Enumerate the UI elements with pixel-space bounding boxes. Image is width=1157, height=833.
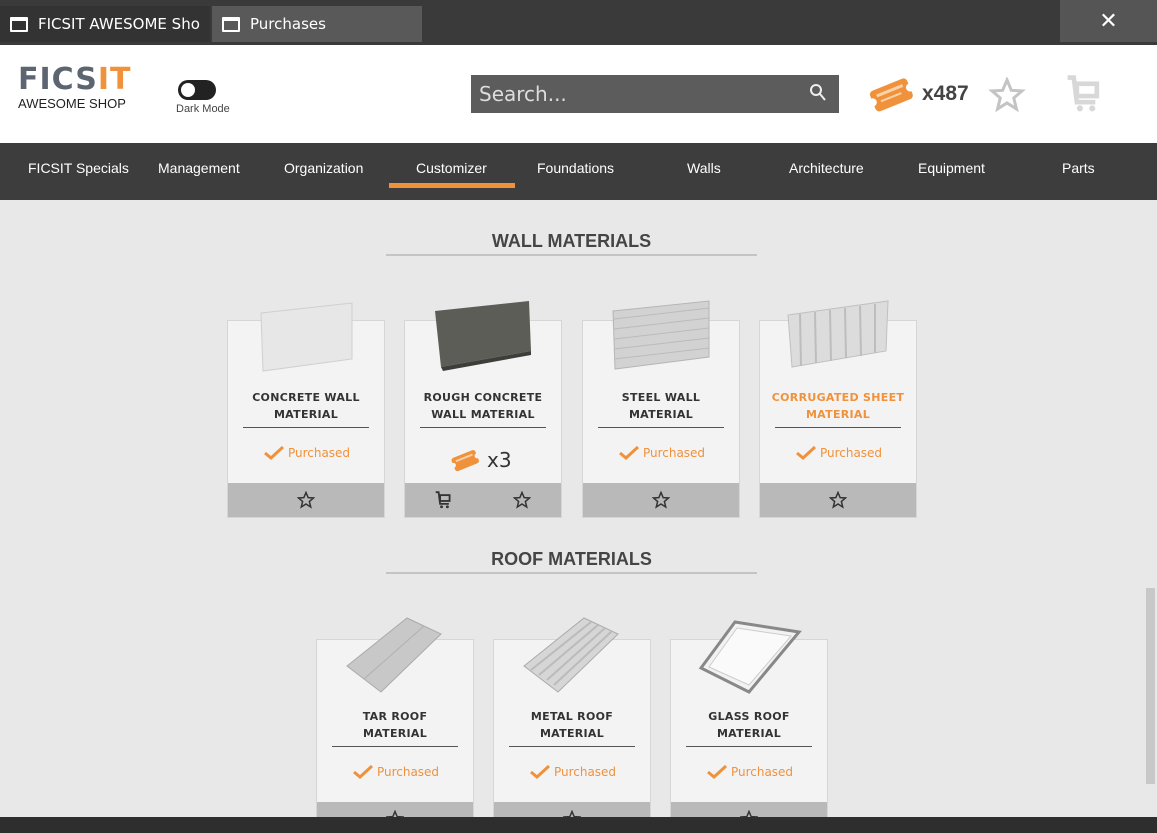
nav-item-architecture[interactable]: Architecture xyxy=(789,160,864,176)
window-icon xyxy=(222,16,240,32)
favorite-star-icon[interactable] xyxy=(563,810,581,817)
product-card-corrugated-sheet[interactable]: CORRUGATED SHEET MATERIAL Purchased xyxy=(759,300,918,518)
favorite-star-icon[interactable] xyxy=(740,810,758,817)
product-name: CORRUGATED SHEET MATERIAL xyxy=(771,391,905,421)
metal-roof-image xyxy=(523,617,619,693)
active-tab-underline xyxy=(389,183,515,188)
nav-item-management[interactable]: Management xyxy=(158,160,240,176)
product-card-glass-roof[interactable]: GLASS ROOF MATERIAL Purchased xyxy=(670,620,829,817)
logo-subtitle: AWESOME SHOP xyxy=(18,96,126,111)
logo-text-b: IT xyxy=(97,62,132,97)
dark-mode-label: Dark Mode xyxy=(176,103,230,115)
section-title-wall: WALL MATERIALS xyxy=(491,231,652,251)
checkmark-icon xyxy=(263,446,284,460)
product-name: ROUGH CONCRETE WALL MATERIAL xyxy=(423,391,543,421)
window-titlebar: FICSIT AWESOME Sho Purchases ✕ xyxy=(0,0,1157,45)
coupon-ticket-icon xyxy=(450,450,480,472)
product-card-concrete-wall[interactable]: CONCRETE WALL MATERIAL Purchased xyxy=(227,302,386,518)
tab-purchases-label: Purchases xyxy=(250,15,326,33)
purchased-status: Purchased xyxy=(228,446,386,460)
favorite-star-icon[interactable] xyxy=(513,491,531,509)
card-action-bar xyxy=(671,802,827,817)
add-to-cart-icon[interactable] xyxy=(433,490,453,509)
nav-item-foundations[interactable]: Foundations xyxy=(537,160,614,176)
product-name: GLASS ROOF MATERIAL xyxy=(708,710,790,740)
concrete-wall-image xyxy=(260,302,353,372)
search-input[interactable]: Search... xyxy=(471,75,839,113)
section-divider xyxy=(386,254,757,256)
nav-item-customizer[interactable]: Customizer xyxy=(416,160,487,176)
product-card-rough-concrete[interactable]: ROUGH CONCRETE WALL MATERIAL x3 xyxy=(404,301,562,518)
favorite-star-icon[interactable] xyxy=(829,491,847,509)
product-card-metal-roof[interactable]: METAL ROOF MATERIAL Purchased xyxy=(493,617,652,817)
nav-item-parts[interactable]: Parts xyxy=(1062,160,1095,176)
card-divider xyxy=(686,746,812,747)
section-divider xyxy=(386,572,757,574)
product-card-steel-wall[interactable]: STEEL WALL MATERIAL Purchased xyxy=(582,300,741,518)
dark-mode-toggle[interactable] xyxy=(178,80,216,100)
search-icon[interactable] xyxy=(809,83,827,103)
nav-item-ficsit-specials[interactable]: FICSIT Specials xyxy=(28,160,129,176)
purchased-status: Purchased xyxy=(760,446,918,460)
card-action-bar xyxy=(760,483,916,517)
checkmark-icon xyxy=(352,765,373,779)
close-icon: ✕ xyxy=(1099,8,1118,34)
cart-icon[interactable] xyxy=(1064,73,1102,113)
close-button[interactable]: ✕ xyxy=(1060,0,1157,42)
steel-wall-image xyxy=(612,300,710,370)
logo-text-a: FICS xyxy=(18,62,98,97)
checkmark-icon xyxy=(529,765,550,779)
product-name: METAL ROOF MATERIAL xyxy=(530,710,614,740)
tab-shop[interactable]: FICSIT AWESOME Sho xyxy=(0,6,210,42)
card-action-bar xyxy=(405,483,561,517)
card-action-bar xyxy=(583,483,739,517)
card-divider xyxy=(420,427,546,428)
favorite-star-icon[interactable] xyxy=(386,810,404,817)
card-divider xyxy=(598,427,724,428)
checkmark-icon xyxy=(618,446,639,460)
bottom-bar xyxy=(0,817,1157,833)
purchased-status: Purchased xyxy=(494,765,652,779)
card-divider xyxy=(775,427,901,428)
card-divider xyxy=(332,746,458,747)
ficsit-logo: FICSIT AWESOME SHOP xyxy=(18,62,132,112)
shop-content: WALL MATERIALS CONCRETE WALL MATERIAL Pur… xyxy=(0,200,1157,817)
coupon-ticket-icon xyxy=(868,78,914,112)
purchased-status: Purchased xyxy=(317,765,475,779)
scrollbar-thumb[interactable] xyxy=(1146,588,1155,784)
product-name: CONCRETE WALL MATERIAL xyxy=(252,391,360,421)
product-name: STEEL WALL MATERIAL xyxy=(621,391,701,421)
product-card-tar-roof[interactable]: TAR ROOF MATERIAL Purchased xyxy=(316,617,475,817)
card-action-bar xyxy=(494,802,650,817)
favorite-star-icon[interactable] xyxy=(652,491,670,509)
glass-roof-image xyxy=(698,620,802,694)
nav-item-equipment[interactable]: Equipment xyxy=(918,160,985,176)
nav-item-organization[interactable]: Organization xyxy=(284,160,363,176)
tar-roof-image xyxy=(346,617,442,693)
checkmark-icon xyxy=(706,765,727,779)
purchased-status: Purchased xyxy=(583,446,741,460)
tab-shop-label: FICSIT AWESOME Sho xyxy=(38,15,200,33)
coupon-count: x487 xyxy=(922,82,969,105)
card-divider xyxy=(243,427,369,428)
search-placeholder: Search... xyxy=(479,82,567,106)
checkmark-icon xyxy=(795,446,816,460)
toggle-knob xyxy=(181,83,195,97)
rough-concrete-image xyxy=(435,301,531,371)
favorites-star-icon[interactable] xyxy=(988,77,1026,113)
card-action-bar xyxy=(317,802,473,817)
product-name: TAR ROOF MATERIAL xyxy=(362,710,428,740)
purchased-status: Purchased xyxy=(671,765,829,779)
section-title-roof: ROOF MATERIALS xyxy=(491,549,652,569)
card-divider xyxy=(509,746,635,747)
coupon-price: x3 xyxy=(449,447,512,473)
favorite-star-icon[interactable] xyxy=(297,491,315,509)
corrugated-sheet-image xyxy=(787,300,889,368)
card-action-bar xyxy=(228,483,384,517)
window-icon xyxy=(10,16,28,32)
nav-item-walls[interactable]: Walls xyxy=(687,160,721,176)
tab-purchases[interactable]: Purchases xyxy=(212,6,422,42)
category-nav: FICSIT Specials Management Organization … xyxy=(0,143,1157,200)
